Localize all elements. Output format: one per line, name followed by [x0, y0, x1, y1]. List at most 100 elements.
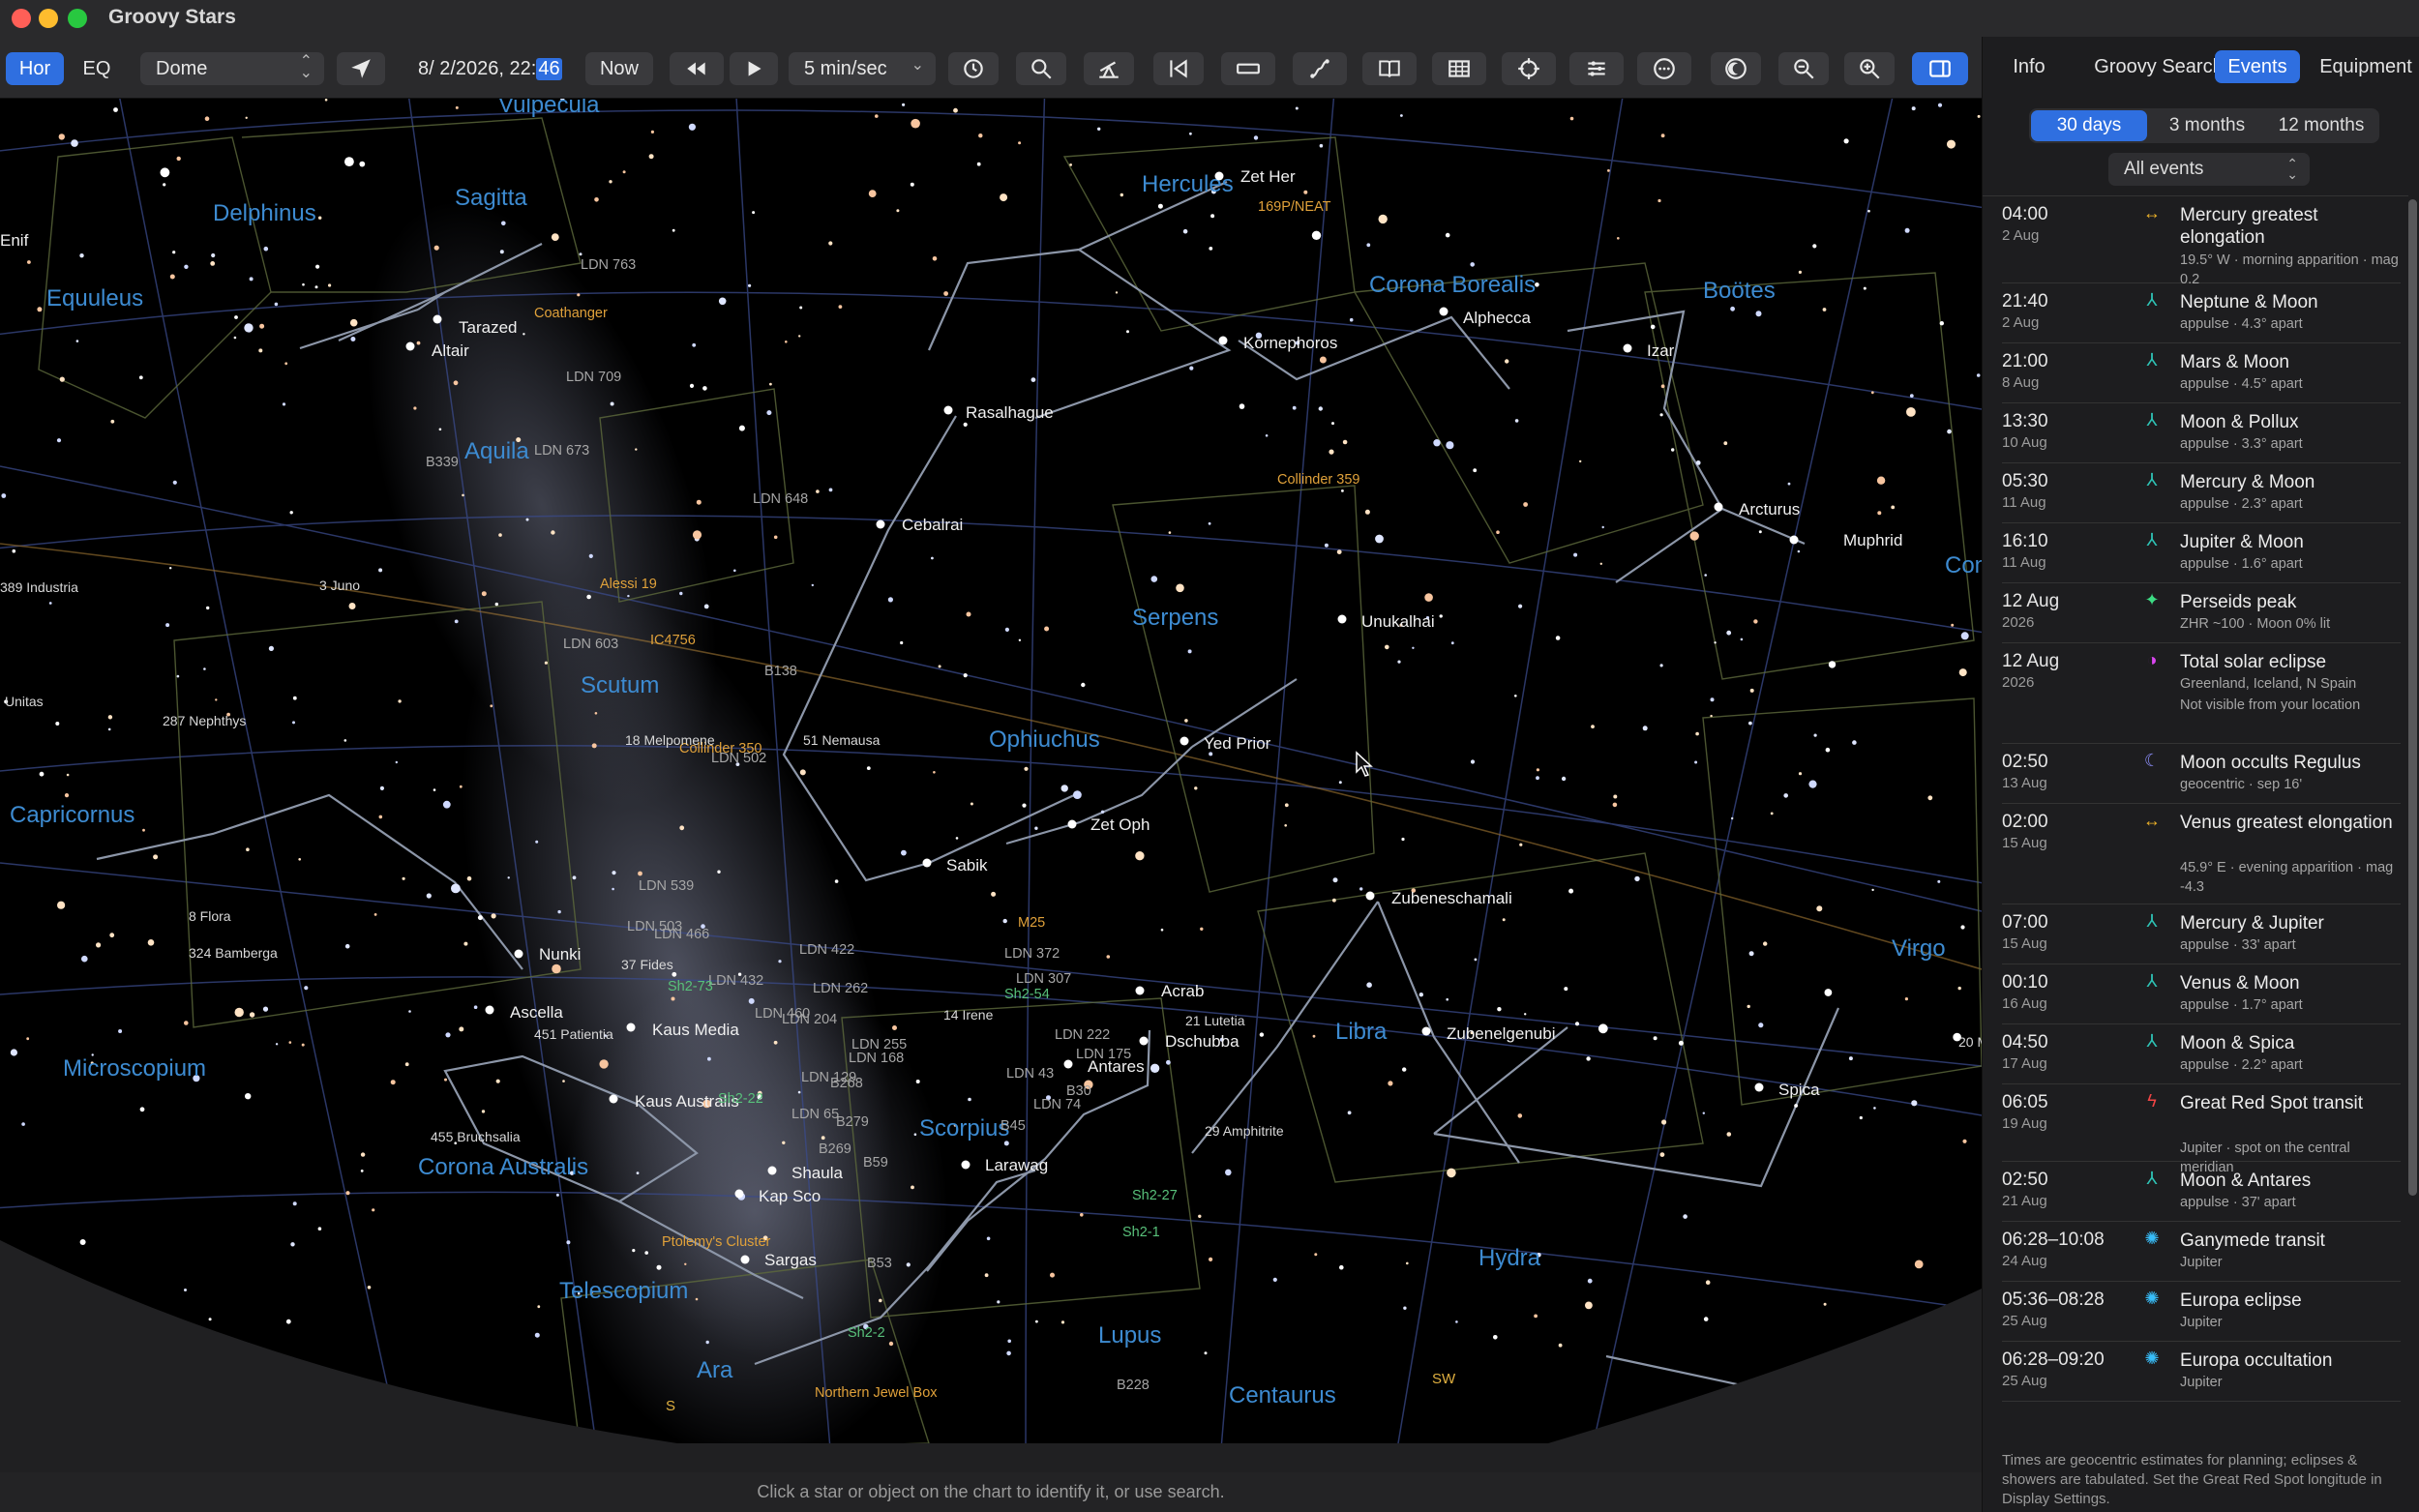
deep-sky-label: B269 — [819, 1141, 851, 1157]
event-title: Neptune & Moon — [2180, 292, 2318, 312]
star-marker[interactable] — [876, 519, 885, 529]
event-row[interactable]: 06:28–09:20 25 Aug ✺ Europa occultation Jupi… — [2002, 1342, 2401, 1402]
elongation-icon: ↔ — [2143, 811, 2161, 830]
zoom-window-button[interactable] — [68, 9, 87, 28]
star-marker[interactable] — [734, 1189, 744, 1199]
path-button[interactable] — [1293, 52, 1347, 85]
star-marker[interactable] — [1623, 343, 1632, 353]
event-time: 07:00 — [2002, 912, 2048, 933]
event-row[interactable]: 13:30 10 Aug ⅄ Moon & Pollux appulse · 3.3° … — [2002, 403, 2401, 463]
coordinate-grid — [0, 99, 1982, 1472]
event-description: Jupiter — [2180, 1255, 2223, 1270]
event-row[interactable]: 07:00 15 Aug ⅄ Mercury & Jupiter appulse · 3… — [2002, 904, 2401, 964]
event-date: 15 Aug — [2002, 935, 2047, 952]
horizontal-mode-button[interactable]: Hor — [6, 52, 64, 85]
event-row[interactable]: 00:10 16 Aug ⅄ Venus & Moon appulse · 1.7° a… — [2002, 964, 2401, 1024]
event-filter-select[interactable]: All events ⌃ ⌄ — [2108, 153, 2310, 186]
star-marker[interactable] — [1180, 736, 1189, 746]
star-marker[interactable] — [740, 1255, 750, 1264]
search-button[interactable] — [1016, 52, 1066, 85]
settings-sliders-button[interactable] — [1569, 52, 1624, 85]
event-row[interactable]: 05:30 11 Aug ⅄ Mercury & Moon appulse · 2.3°… — [2002, 463, 2401, 523]
star-marker[interactable] — [1214, 171, 1224, 181]
event-time: 05:30 — [2002, 471, 2048, 491]
star-marker[interactable] — [1714, 502, 1723, 512]
tab-info[interactable]: Info — [1998, 50, 2060, 83]
date-time-field[interactable]: 8/ 2/2026, 22: 46 — [406, 52, 571, 85]
more-button[interactable] — [1637, 52, 1691, 85]
reset-time-button[interactable] — [948, 52, 999, 85]
event-list-scrollbar[interactable] — [2408, 199, 2417, 1196]
tab-equipment[interactable]: Equipment — [2312, 50, 2419, 83]
event-row[interactable]: 06:28–10:08 24 Aug ✺ Ganymede transit Jupite… — [2002, 1222, 2401, 1282]
star-marker[interactable] — [767, 1166, 777, 1175]
event-description: appulse · 1.6° apart — [2180, 556, 2303, 572]
event-row[interactable]: 04:50 17 Aug ⅄ Moon & Spica appulse · 2.2° a… — [2002, 1024, 2401, 1084]
star-marker[interactable] — [1754, 1082, 1764, 1092]
speed-select[interactable]: 5 min/sec ⌄ — [789, 52, 936, 85]
zoom-in-button[interactable] — [1844, 52, 1895, 85]
location-button[interactable] — [337, 52, 385, 85]
star-marker[interactable] — [626, 1023, 636, 1032]
rewind-button[interactable] — [670, 52, 724, 85]
star-marker[interactable] — [1365, 891, 1375, 901]
star-marker[interactable] — [1439, 307, 1448, 316]
event-date: 16 Aug — [2002, 995, 2047, 1012]
event-row[interactable]: 21:00 8 Aug ⅄ Mars & Moon appulse · 4.5° apa… — [2002, 343, 2401, 403]
toggle-sidebar-button[interactable] — [1912, 52, 1968, 85]
date-time-selected-segment[interactable]: 46 — [536, 57, 562, 80]
star-marker[interactable] — [1337, 614, 1347, 624]
range-3-months[interactable]: 3 months — [2151, 110, 2263, 141]
event-row[interactable]: 16:10 11 Aug ⅄ Jupiter & Moon appulse · 1.6°… — [2002, 523, 2401, 583]
event-row[interactable]: 06:05 19 Aug ϟ Great Red Spot transit Jupite… — [2002, 1084, 2401, 1175]
table-button[interactable] — [1432, 52, 1486, 85]
catalog-button[interactable] — [1362, 52, 1417, 85]
close-window-button[interactable] — [12, 9, 31, 28]
zoom-out-button[interactable] — [1778, 52, 1829, 85]
target-button[interactable] — [1502, 52, 1556, 85]
star-marker[interactable] — [1421, 1026, 1431, 1036]
flip-view-button[interactable] — [1153, 52, 1204, 85]
star-marker[interactable] — [961, 1160, 971, 1170]
star-marker[interactable] — [485, 1005, 494, 1015]
event-row[interactable]: 02:00 15 Aug ↔ Venus greatest elongation 45.… — [2002, 804, 2401, 904]
view-mode-select[interactable]: Dome ⌃ ⌄ — [140, 52, 324, 85]
play-button[interactable] — [730, 52, 778, 85]
equatorial-mode-button[interactable]: EQ — [68, 52, 126, 85]
sky-chart[interactable]: Vulpecula Delphinus Sagitta Equuleus Aquila H… — [0, 99, 1982, 1472]
star-marker[interactable] — [1067, 819, 1077, 829]
event-row[interactable]: 12 Aug 2026 ✦ Perseids peak ZHR ~100 · Moon … — [2002, 583, 2401, 643]
telescope-button[interactable] — [1084, 52, 1134, 85]
event-row[interactable]: 21:40 2 Aug ⅄ Neptune & Moon appulse · 4.3° … — [2002, 283, 2401, 343]
night-mode-button[interactable] — [1711, 52, 1761, 85]
event-row[interactable]: 05:36–08:28 25 Aug ✺ Europa eclipse Jupiter — [2002, 1282, 2401, 1342]
sky-chart-canvas[interactable]: Vulpecula Delphinus Sagitta Equuleus Aquila H… — [0, 99, 1982, 1472]
now-button[interactable]: Now — [585, 52, 653, 85]
range-12-months[interactable]: 12 months — [2265, 110, 2377, 141]
event-row[interactable]: 04:00 2 Aug ↔ Mercury greatest elongation 19… — [2002, 196, 2401, 287]
star-marker[interactable] — [405, 341, 415, 351]
range-30-days[interactable]: 30 days — [2031, 110, 2147, 141]
event-row[interactable]: 02:50 13 Aug ☾ Moon occults Regulus geocentr… — [2002, 744, 2401, 804]
red-spot-icon: ϟ — [2147, 1091, 2157, 1111]
event-row[interactable]: 02:50 21 Aug ⅄ Moon & Antares appulse · 37' … — [2002, 1162, 2401, 1222]
star-marker[interactable] — [514, 949, 523, 959]
star-marker[interactable] — [943, 405, 953, 415]
event-row[interactable]: 12 Aug 2026 ◑ Total solar eclipse Greenland,… — [2002, 643, 2401, 744]
star-marker[interactable] — [922, 858, 932, 868]
event-description: geocentric · sep 16' — [2180, 777, 2303, 792]
star-marker[interactable] — [1139, 1036, 1149, 1046]
minimize-window-button[interactable] — [39, 9, 58, 28]
star-marker[interactable] — [1218, 336, 1228, 345]
star-marker[interactable] — [1063, 1059, 1073, 1069]
ruler-button[interactable] — [1221, 52, 1275, 85]
constellation-label: Delphinus — [213, 200, 316, 226]
star-marker[interactable] — [1135, 986, 1145, 995]
star-marker[interactable] — [433, 314, 442, 324]
star-marker[interactable] — [609, 1094, 618, 1104]
deep-sky-label: LDN 539 — [639, 878, 694, 894]
star-marker[interactable] — [1789, 535, 1799, 545]
tab-events[interactable]: Events — [2215, 50, 2300, 83]
event-date: 8 Aug — [2002, 374, 2040, 391]
event-title: Mercury greatest elongation — [2180, 205, 2318, 248]
